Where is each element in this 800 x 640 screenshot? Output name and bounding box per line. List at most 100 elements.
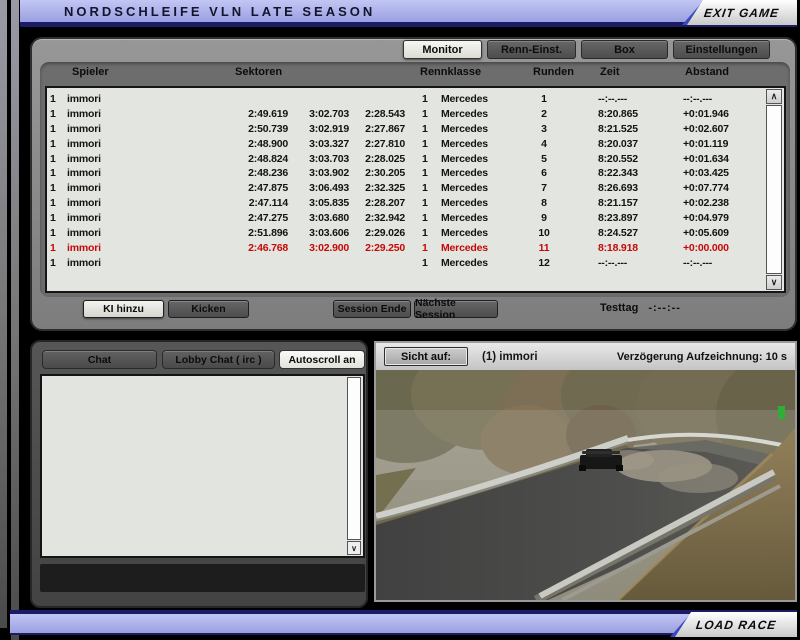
chat-tab[interactable]: Chat [42,350,157,369]
cell-position: 1 [50,182,64,194]
left-stripe-inner [11,0,19,640]
cell-gap: --:--.--- [683,257,763,269]
naechste-session-button[interactable]: Nächste Session [414,300,498,318]
scroll-up-button[interactable]: ∧ [766,89,782,104]
cell-gap: +0:07.774 [683,182,763,194]
table-row[interactable]: 1 immori 2:48.900 3:03.327 2:27.810 1 Me… [47,138,764,153]
table-row[interactable]: 1 immori 2:46.768 3:02.900 2:29.250 1 Me… [47,242,764,257]
cell-sector1: 2:48.824 [230,153,288,165]
cell-class: Mercedes [441,153,488,165]
chat-input[interactable] [40,564,365,592]
recording-delay-text: Verzögerung Aufzeichnung: 10 s [617,351,787,363]
cell-time: 8:21.525 [598,123,670,135]
cell-lap: 12 [514,257,574,269]
chat-log: ∨ [40,374,365,558]
table-row[interactable]: 1 immori 2:47.875 3:06.493 2:32.325 1 Me… [47,182,764,197]
cell-sector2: 3:03.680 [291,212,349,224]
cell-sector2: 3:03.703 [291,153,349,165]
cell-lap: 7 [514,182,574,194]
cell-position: 1 [50,242,64,254]
cell-player: immori [67,153,101,165]
cell-sector3: 2:27.867 [347,123,405,135]
cell-class-pos: 1 [422,167,432,179]
cell-player: immori [67,167,101,179]
cell-gap: +0:02.238 [683,197,763,209]
table-scrollbar[interactable]: ∧ ∨ [766,89,783,290]
scroll-down-button[interactable]: ∨ [766,275,782,290]
table-row[interactable]: 1 immori 2:48.824 3:03.703 2:28.025 1 Me… [47,153,764,168]
table-row[interactable]: 1 immori 2:47.275 3:03.680 2:32.942 1 Me… [47,212,764,227]
session-ende-button[interactable]: Session Ende [333,300,411,318]
cell-time: 8:18.918 [598,242,670,254]
chat-tab-label: Chat [88,354,111,366]
load-race-button[interactable]: LOAD RACE [675,612,797,637]
cell-position: 1 [50,138,64,150]
lobby-chat-tab[interactable]: Lobby Chat ( irc ) [162,350,275,369]
cell-sector1: 2:48.900 [230,138,288,150]
view-target-text: (1) immori [482,351,538,363]
track-view-image [376,370,795,600]
chat-scrollbar[interactable]: ∨ [347,377,362,555]
table-row[interactable]: 1 immori 2:48.236 3:03.902 2:30.205 1 Me… [47,167,764,182]
cell-sector1: 2:47.114 [230,197,288,209]
column-header-rennklasse: Rennklasse [420,66,481,78]
autoscroll-toggle[interactable]: Autoscroll an [279,350,365,369]
exit-game-label: EXIT GAME [704,6,781,20]
naechste-session-label: Nächste Session [415,297,497,321]
cell-player: immori [67,227,101,239]
cell-sector1: 2:51.896 [230,227,288,239]
cell-lap: 9 [514,212,574,224]
cell-time: 8:20.865 [598,108,670,120]
tab-box-label: Box [614,44,635,56]
table-row[interactable]: 1 immori 2:49.619 3:02.703 2:28.543 1 Me… [47,108,764,123]
cell-class-pos: 1 [422,153,432,165]
ki-hinzu-button[interactable]: KI hinzu [83,300,164,318]
table-row[interactable]: 1 immori 2:51.896 3:03.606 2:29.026 1 Me… [47,227,764,242]
table-row[interactable]: 1 immori 1 Mercedes 1 --:--.--- --:--.--… [47,93,764,108]
tab-monitor[interactable]: Monitor [403,40,482,59]
cell-class-pos: 1 [422,227,432,239]
chat-scrollbar-thumb[interactable] [347,377,361,540]
title-divider [20,22,797,27]
sicht-auf-button[interactable]: Sicht auf: [384,347,468,366]
cell-class-pos: 1 [422,93,432,105]
cell-class: Mercedes [441,212,488,224]
scroll-down-icon: ∨ [771,277,778,288]
exit-game-button[interactable]: EXIT GAME [687,0,797,25]
column-header-runden: Runden [533,66,574,78]
lap-times-table: 1 immori 1 Mercedes 1 --:--.--- --:--.--… [45,86,786,293]
kicken-button[interactable]: Kicken [168,300,249,318]
chat-scroll-down-button[interactable]: ∨ [347,541,361,555]
game-window: NORDSCHLEIFE VLN LATE SEASON EXIT GAME M… [0,0,800,640]
tab-renn-einst-label: Renn-Einst. [501,44,562,56]
cell-class-pos: 1 [422,212,432,224]
cell-sector2: 3:02.900 [291,242,349,254]
table-row[interactable]: 1 immori 1 Mercedes 12 --:--.--- --:--.-… [47,257,764,272]
cell-gap: +0:03.425 [683,167,763,179]
tab-renn-einst[interactable]: Renn-Einst. [487,40,576,59]
cell-lap: 5 [514,153,574,165]
lobby-chat-tab-label: Lobby Chat ( irc ) [175,354,261,366]
table-row[interactable]: 1 immori 2:50.739 3:02.919 2:27.867 1 Me… [47,123,764,138]
cell-player: immori [67,197,101,209]
cell-player: immori [67,108,101,120]
cell-position: 1 [50,197,64,209]
table-scrollbar-thumb[interactable] [766,105,782,274]
cell-lap: 11 [514,242,574,254]
tab-box[interactable]: Box [581,40,668,59]
cell-sector2: 3:03.902 [291,167,349,179]
autoscroll-label: Autoscroll an [288,354,355,366]
cell-player: immori [67,93,101,105]
table-row[interactable]: 1 immori 2:47.114 3:05.835 2:28.207 1 Me… [47,197,764,212]
cell-sector1: 2:49.619 [230,108,288,120]
session-ende-label: Session Ende [338,303,407,315]
cell-position: 1 [50,227,64,239]
cell-player: immori [67,242,101,254]
column-header-zeit: Zeit [600,66,620,78]
cell-class: Mercedes [441,242,488,254]
cell-sector3: 2:28.207 [347,197,405,209]
cell-lap: 3 [514,123,574,135]
cell-gap: +0:01.119 [683,138,763,150]
tab-einstellungen[interactable]: Einstellungen [673,40,770,59]
cell-gap: +0:01.634 [683,153,763,165]
